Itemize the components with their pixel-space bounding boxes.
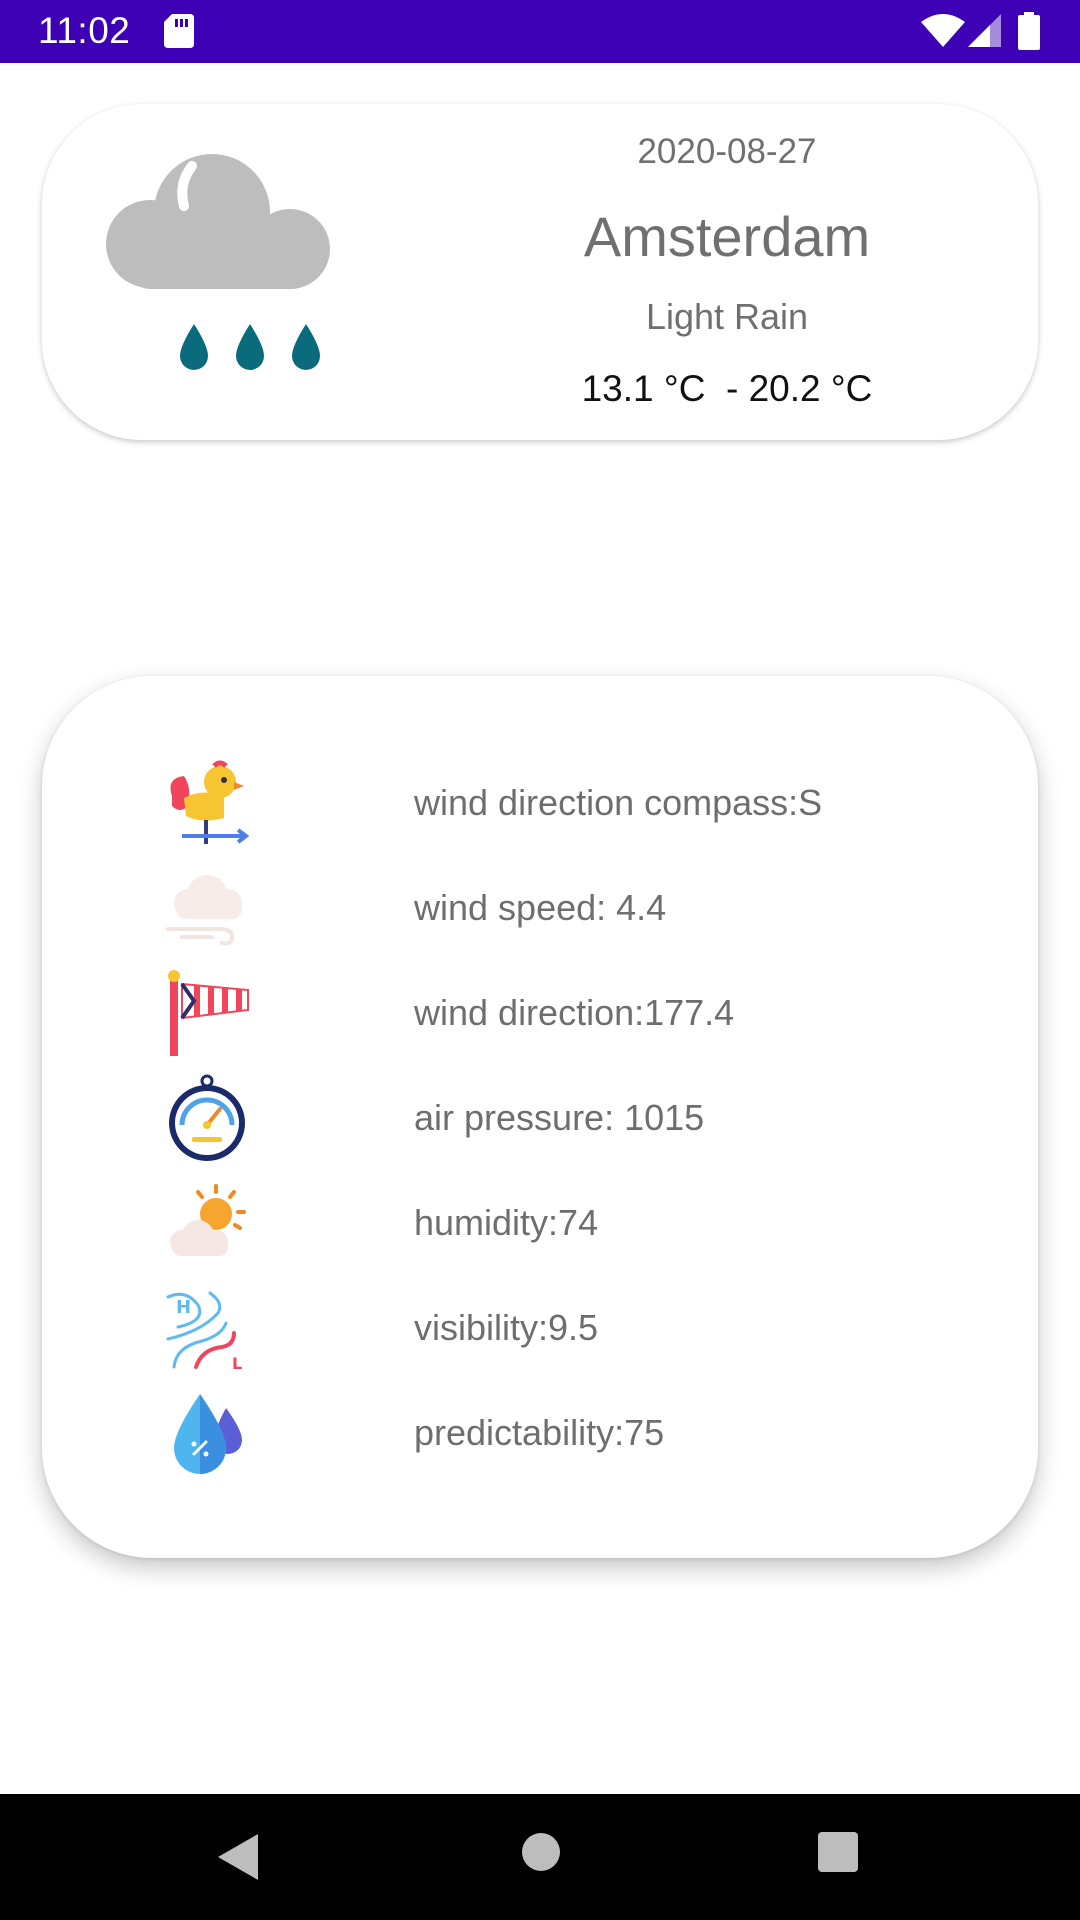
wind-speed-label: wind speed: 4.4 [414, 887, 667, 928]
humidity-label: humidity:74 [414, 1202, 599, 1243]
air-pressure-label: air pressure: 1015 [414, 1097, 705, 1138]
windsock-icon [168, 970, 249, 1056]
detail-row-predictability: predictability:75 [162, 1388, 962, 1478]
predictability-label: predictability:75 [414, 1412, 665, 1453]
svg-text:H: H [176, 1297, 191, 1318]
wind-cloud-icon [166, 875, 242, 946]
sun-cloud-icon [170, 1184, 246, 1256]
wifi-icon [921, 14, 965, 47]
pressure-map-icon: H L [166, 1291, 242, 1373]
detail-row-visibility: H L visibility:9.5 [162, 1283, 962, 1373]
status-bar: 11:02 [0, 0, 1080, 63]
sd-card-icon [164, 14, 194, 48]
temperature-range: 13.1 °C - 20.2 °C [581, 368, 873, 409]
forecast-date: 2020-08-27 [637, 132, 817, 171]
detail-row-wind-compass: wind direction compass:S [162, 758, 962, 848]
svg-text:L: L [232, 1354, 242, 1373]
navigation-bar [0, 1794, 1080, 1920]
detail-row-wind-direction: wind direction:177.4 [162, 968, 962, 1058]
signal-icon [968, 14, 1001, 47]
visibility-label: visibility:9.5 [414, 1307, 599, 1348]
status-time: 11:02 [38, 10, 131, 51]
weather-condition: Light Rain [645, 296, 809, 337]
recents-icon[interactable] [818, 1832, 858, 1872]
detail-row-humidity: humidity:74 [162, 1178, 962, 1268]
detail-row-air-pressure: air pressure: 1015 [162, 1073, 962, 1163]
back-icon[interactable] [216, 1832, 260, 1882]
weathervane-icon [170, 760, 250, 844]
detail-row-wind-speed: wind speed: 4.4 [162, 863, 962, 953]
battery-icon [1018, 12, 1040, 50]
wind-direction-label: wind direction:177.4 [414, 992, 735, 1033]
water-drops-icon [174, 1394, 242, 1474]
home-icon[interactable] [522, 1833, 560, 1871]
light-rain-icon [106, 154, 330, 370]
weather-summary-card: 2020-08-27 Amsterdam Light Rain 13.1 °C … [42, 104, 1038, 440]
weather-details-card: wind direction compass:S wind speed: 4.4 [42, 676, 1038, 1558]
wind-compass-label: wind direction compass:S [414, 782, 823, 823]
city-name: Amsterdam [583, 205, 871, 268]
screen: 11:02 2020-08-27 Amsterdam Light Rain 13… [0, 0, 1080, 1920]
barometer-icon [169, 1074, 245, 1161]
